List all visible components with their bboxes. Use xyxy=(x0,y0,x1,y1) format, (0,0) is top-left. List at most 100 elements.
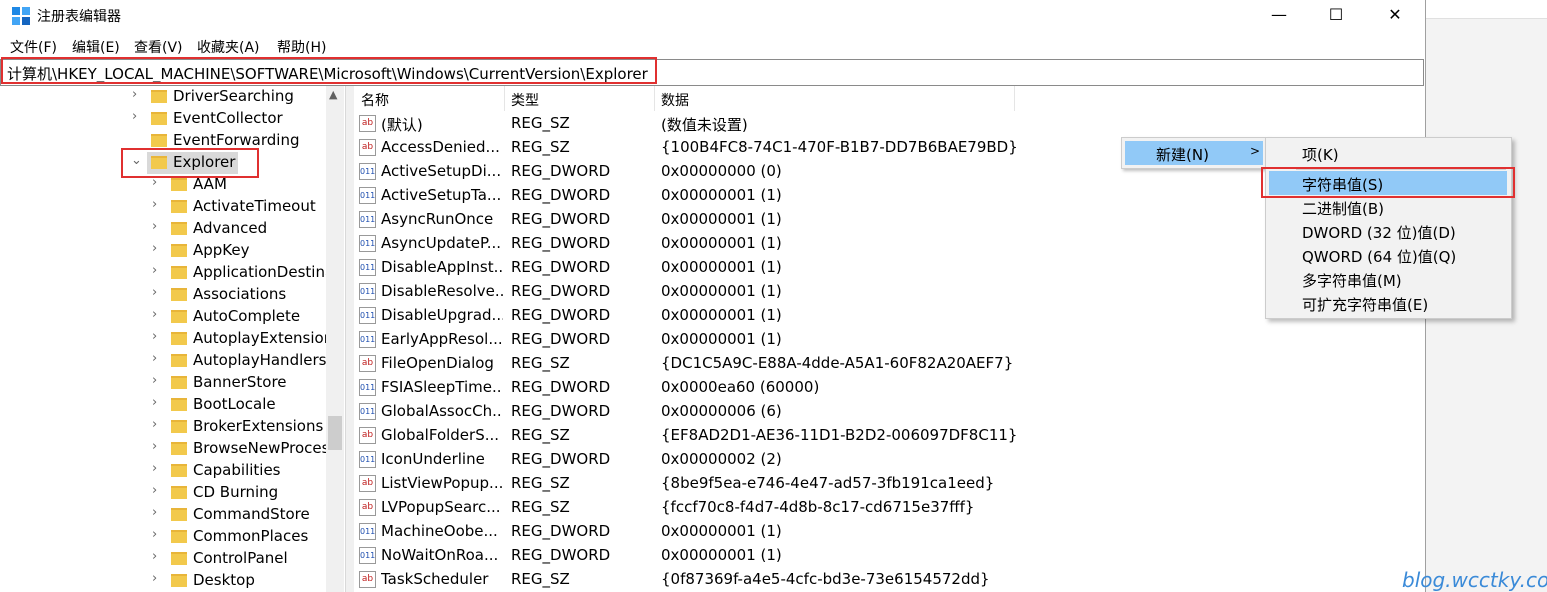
submenu-item-key[interactable]: 项(K) xyxy=(1269,141,1507,165)
chevron-right-icon[interactable]: › xyxy=(152,329,166,344)
value-type: REG_DWORD xyxy=(511,330,611,348)
chevron-right-icon[interactable]: › xyxy=(152,549,166,564)
tree-item-child[interactable]: › AutoplayHandlers xyxy=(0,350,326,372)
tree-item-child[interactable]: › AppKey xyxy=(0,240,326,262)
tree-item-child[interactable]: › BootLocale xyxy=(0,394,326,416)
value-row[interactable]: ab GlobalFolderS... REG_SZ {EF8AD2D1-AE36-1… xyxy=(354,424,1424,448)
submenu-item-binary-value[interactable]: 二进制值(B) xyxy=(1269,195,1507,219)
value-row[interactable]: 011 DisableAppInst... REG_DWORD 0x00000001 … xyxy=(354,256,1424,280)
close-button[interactable]: ✕ xyxy=(1366,0,1424,32)
chevron-right-icon[interactable]: › xyxy=(152,263,166,278)
submenu-item-expandable-string-value[interactable]: 可扩充字符串值(E) xyxy=(1269,291,1507,315)
submenu-item-dword-value[interactable]: DWORD (32 位)值(D) xyxy=(1269,219,1507,243)
value-type: REG_DWORD xyxy=(511,306,611,324)
submenu-item-qword-value[interactable]: QWORD (64 位)值(Q) xyxy=(1269,243,1507,267)
tree-item-child[interactable]: › BannerStore xyxy=(0,372,326,394)
tree-item-child[interactable]: › ApplicationDestina xyxy=(0,262,334,284)
folder-icon xyxy=(151,134,167,147)
value-row[interactable]: 011 MachineOobe... REG_DWORD 0x00000001 (1) xyxy=(354,520,1424,544)
tree-item-child[interactable]: › BrokerExtensions xyxy=(0,416,326,438)
tree-item-label: CommandStore xyxy=(193,505,310,523)
menu-edit[interactable]: 编辑(E) xyxy=(72,37,120,57)
chevron-right-icon[interactable]: › xyxy=(152,351,166,366)
chevron-right-icon[interactable]: › xyxy=(152,241,166,256)
pane-splitter[interactable] xyxy=(345,86,354,592)
folder-icon xyxy=(171,398,187,411)
tree-item-child[interactable]: › ActivateTimeout xyxy=(0,196,326,218)
value-row[interactable]: 011 AsyncUpdateP... REG_DWORD 0x00000001 (1… xyxy=(354,232,1424,256)
string-value-highlight-box xyxy=(1261,167,1515,198)
column-header-data[interactable]: 数据 xyxy=(654,86,1015,111)
value-name: ListViewPopup... xyxy=(381,474,503,492)
submenu-label: DWORD (32 位)值(D) xyxy=(1302,224,1456,242)
chevron-right-icon[interactable]: › xyxy=(152,417,166,432)
tree-item-child[interactable]: › CD Burning xyxy=(0,482,326,504)
minimize-button[interactable]: — xyxy=(1250,0,1308,32)
tree-item-child[interactable]: › Associations xyxy=(0,284,326,306)
value-row[interactable]: ab TaskScheduler REG_SZ {0f87369f-a4e5-4cfc… xyxy=(354,568,1424,592)
tree-scrollbar[interactable]: ▲ xyxy=(326,86,344,592)
chevron-right-icon[interactable]: › xyxy=(152,571,166,586)
value-row[interactable]: 011 GlobalAssocCh... REG_DWORD 0x00000006 (… xyxy=(354,400,1424,424)
tree-item-driversearching[interactable]: › DriverSearching xyxy=(0,86,326,108)
tree-item-label: BrokerExtensions xyxy=(193,417,324,435)
chevron-right-icon[interactable]: › xyxy=(152,373,166,388)
maximize-button[interactable]: ☐ xyxy=(1307,0,1365,32)
value-type: REG_SZ xyxy=(511,570,570,588)
scroll-up-arrow-icon[interactable]: ▲ xyxy=(329,88,337,101)
chevron-right-icon[interactable]: › xyxy=(132,87,146,102)
tree-item-child[interactable]: › BrowseNewProces xyxy=(0,438,330,460)
submenu-item-multi-string-value[interactable]: 多字符串值(M) xyxy=(1269,267,1507,291)
chevron-right-icon[interactable]: › xyxy=(152,439,166,454)
value-row[interactable]: 011 NoWaitOnRoa... REG_DWORD 0x00000001 (1) xyxy=(354,544,1424,568)
tree-item-child[interactable]: › Capabilities xyxy=(0,460,326,482)
folder-icon xyxy=(171,222,187,235)
string-value-icon: ab xyxy=(359,139,376,156)
value-row[interactable]: 011 EarlyAppResol... REG_DWORD 0x00000001 (… xyxy=(354,328,1424,352)
value-name: FSIASleepTime... xyxy=(381,378,503,396)
value-row[interactable]: 011 IconUnderline REG_DWORD 0x00000002 (2) xyxy=(354,448,1424,472)
value-row[interactable]: 011 DisableUpgrad... REG_DWORD 0x00000001 (… xyxy=(354,304,1424,328)
address-highlight-box xyxy=(1,57,657,84)
value-row[interactable]: ab FileOpenDialog REG_SZ {DC1C5A9C-E88A-4dd… xyxy=(354,352,1424,376)
value-row[interactable]: 011 FSIASleepTime... REG_DWORD 0x0000ea60 (… xyxy=(354,376,1424,400)
chevron-right-icon[interactable]: › xyxy=(132,109,146,124)
value-name: GlobalFolderS... xyxy=(381,426,500,444)
value-row[interactable]: ab LVPopupSearc... REG_SZ {fccf70c8-f4d7-4d… xyxy=(354,496,1424,520)
menu-help[interactable]: 帮助(H) xyxy=(277,37,326,57)
tree-item-eventcollector[interactable]: › EventCollector xyxy=(0,108,326,130)
chevron-right-icon[interactable]: › xyxy=(152,527,166,542)
chevron-right-icon[interactable]: › xyxy=(152,461,166,476)
value-row[interactable]: ab (默认) REG_SZ (数值未设置) xyxy=(354,112,1424,136)
chevron-right-icon[interactable]: › xyxy=(152,219,166,234)
chevron-right-icon[interactable]: › xyxy=(152,197,166,212)
value-row[interactable]: 011 AsyncRunOnce REG_DWORD 0x00000001 (1) xyxy=(354,208,1424,232)
chevron-right-icon[interactable]: › xyxy=(152,395,166,410)
value-row[interactable]: ab ListViewPopup... REG_SZ {8be9f5ea-e746-4… xyxy=(354,472,1424,496)
chevron-right-icon[interactable]: › xyxy=(152,505,166,520)
tree-item-label: BrowseNewProces xyxy=(193,439,330,457)
menu-favorites[interactable]: 收藏夹(A) xyxy=(197,37,260,57)
tree-item-child[interactable]: › Desktop xyxy=(0,570,326,592)
chevron-right-icon[interactable]: › xyxy=(152,307,166,322)
value-type: REG_SZ xyxy=(511,498,570,516)
tree-item-child[interactable]: › ControlPanel xyxy=(0,548,326,570)
menu-view[interactable]: 查看(V) xyxy=(134,37,183,57)
tree-item-child[interactable]: › AutoplayExtension xyxy=(0,328,333,350)
value-data: {0f87369f-a4e5-4cfc-bd3e-73e6154572dd} xyxy=(661,570,990,588)
tree-item-child[interactable]: › CommonPlaces xyxy=(0,526,326,548)
chevron-right-icon[interactable]: › xyxy=(152,285,166,300)
column-header-type[interactable]: 类型 xyxy=(504,86,655,111)
value-row[interactable]: 011 DisableResolve... REG_DWORD 0x00000001 … xyxy=(354,280,1424,304)
tree-item-child[interactable]: › CommandStore xyxy=(0,504,326,526)
title-bar[interactable]: 注册表编辑器 — ☐ ✕ xyxy=(0,0,1425,32)
value-name: FileOpenDialog xyxy=(381,354,494,372)
column-header-name[interactable]: 名称 xyxy=(354,86,505,111)
binary-value-icon: 011 xyxy=(359,523,376,540)
menu-file[interactable]: 文件(F) xyxy=(10,37,57,57)
scrollbar-thumb[interactable] xyxy=(328,416,342,450)
chevron-right-icon[interactable]: › xyxy=(152,483,166,498)
tree-item-child[interactable]: › Advanced xyxy=(0,218,326,240)
tree-item-child[interactable]: › AutoComplete xyxy=(0,306,326,328)
menu-item-new[interactable]: 新建(N) > xyxy=(1125,141,1263,165)
